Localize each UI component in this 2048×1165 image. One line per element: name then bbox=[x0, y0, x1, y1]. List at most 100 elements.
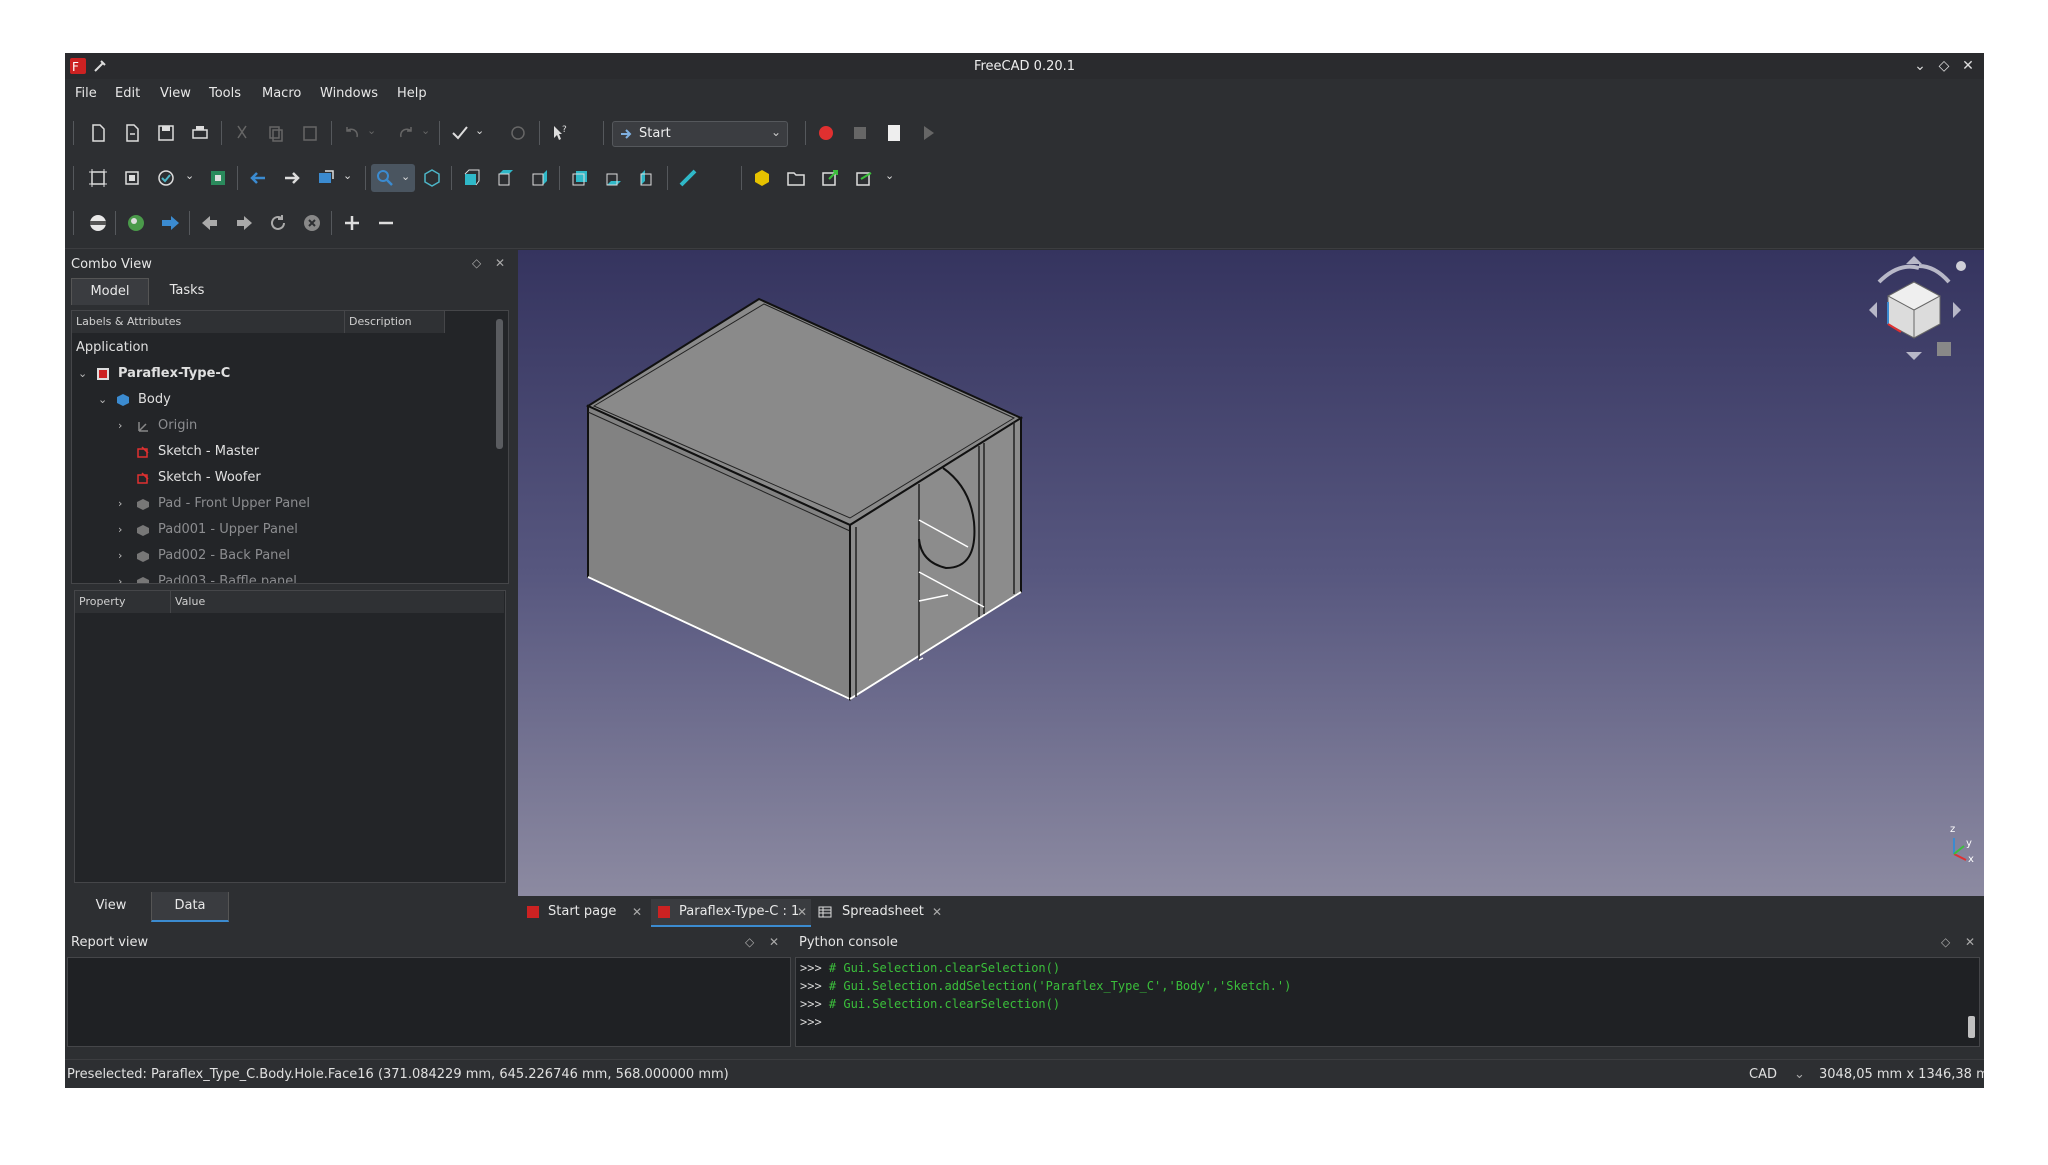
close-button[interactable]: ✕ bbox=[1958, 56, 1978, 76]
menu-help[interactable]: Help bbox=[397, 86, 427, 101]
menu-windows[interactable]: Windows bbox=[320, 86, 378, 101]
fit-selection-icon[interactable] bbox=[121, 167, 143, 189]
tab-data[interactable]: Data bbox=[151, 892, 229, 922]
menu-view[interactable]: View bbox=[160, 86, 191, 101]
float-icon[interactable]: ◇ bbox=[472, 256, 481, 270]
tab-view[interactable]: View bbox=[73, 892, 149, 920]
tree-item-sketch-master[interactable]: Sketch - Master bbox=[72, 439, 492, 465]
menu-edit[interactable]: Edit bbox=[115, 86, 140, 101]
copy-icon[interactable] bbox=[265, 122, 287, 144]
zoom-in-icon[interactable] bbox=[341, 212, 363, 234]
save-icon[interactable] bbox=[155, 122, 177, 144]
web-stop-icon[interactable] bbox=[301, 212, 323, 234]
group-icon[interactable] bbox=[785, 167, 807, 189]
web-refresh-icon[interactable] bbox=[267, 212, 289, 234]
close-icon[interactable]: ✕ bbox=[1965, 935, 1975, 949]
refresh-icon[interactable] bbox=[507, 122, 529, 144]
tree-item-pad[interactable]: › Pad - Front Upper Panel bbox=[72, 491, 492, 517]
draw-style-dropdown-icon[interactable]: ⌄ bbox=[185, 169, 194, 182]
undo-dropdown-icon[interactable]: ⌄ bbox=[367, 124, 376, 137]
view-top-icon[interactable] bbox=[495, 167, 517, 189]
part-icon[interactable] bbox=[751, 167, 773, 189]
tree-scrollbar[interactable] bbox=[496, 319, 503, 449]
close-tab-icon[interactable]: ✕ bbox=[932, 899, 942, 925]
3d-view[interactable]: z y x bbox=[518, 250, 1984, 896]
workbench-selector[interactable]: Start ⌄ bbox=[612, 121, 788, 147]
view-right-icon[interactable] bbox=[529, 167, 551, 189]
chevron-down-icon[interactable]: ⌄ bbox=[78, 361, 87, 387]
float-icon[interactable]: ◇ bbox=[745, 935, 754, 949]
whats-this-icon[interactable]: ? bbox=[549, 122, 571, 144]
chevron-right-icon[interactable]: › bbox=[118, 569, 122, 583]
report-view-output[interactable] bbox=[67, 957, 791, 1047]
tree-item-document[interactable]: ⌄ Paraflex-Type-C bbox=[72, 361, 492, 387]
console-scrollbar[interactable] bbox=[1968, 1016, 1975, 1038]
menu-macro[interactable]: Macro bbox=[262, 86, 301, 101]
float-icon[interactable]: ◇ bbox=[1941, 935, 1950, 949]
check-dropdown-icon[interactable]: ⌄ bbox=[475, 124, 484, 137]
measure-icon[interactable] bbox=[677, 167, 699, 189]
sync-view-icon[interactable] bbox=[315, 167, 337, 189]
chevron-right-icon[interactable]: › bbox=[118, 517, 122, 543]
web-go-icon[interactable] bbox=[159, 212, 181, 234]
refresh-check-icon[interactable] bbox=[449, 122, 471, 144]
value-header[interactable]: Value bbox=[171, 591, 504, 613]
chevron-right-icon[interactable]: › bbox=[118, 543, 122, 569]
bounding-box-icon[interactable] bbox=[207, 167, 229, 189]
undo-icon[interactable] bbox=[341, 122, 363, 144]
link-dropdown-icon[interactable]: ⌄ bbox=[885, 169, 894, 182]
property-header[interactable]: Property bbox=[75, 591, 171, 613]
tree-item-pad003[interactable]: › Pad003 - Baffle panel bbox=[72, 569, 492, 583]
back-arrow-icon[interactable] bbox=[247, 167, 269, 189]
tab-spreadsheet[interactable]: Spreadsheet ✕ bbox=[818, 899, 946, 925]
tree-header-description[interactable]: Description bbox=[345, 311, 445, 333]
web-back-icon[interactable] bbox=[199, 212, 221, 234]
redo-dropdown-icon[interactable]: ⌄ bbox=[421, 124, 430, 137]
cut-icon[interactable] bbox=[231, 122, 253, 144]
chevron-right-icon[interactable]: › bbox=[118, 413, 122, 439]
print-icon[interactable] bbox=[189, 122, 211, 144]
web-home-icon[interactable] bbox=[87, 212, 109, 234]
close-icon[interactable]: ✕ bbox=[769, 935, 779, 949]
fit-all-icon[interactable] bbox=[87, 167, 109, 189]
navigation-style[interactable]: CAD bbox=[1749, 1067, 1777, 1082]
chevron-down-icon[interactable]: ⌄ bbox=[98, 387, 107, 413]
tree-item-origin[interactable]: › Origin bbox=[72, 413, 492, 439]
navigation-cube[interactable] bbox=[1851, 252, 1981, 372]
minimize-button[interactable]: ⌄ bbox=[1910, 56, 1930, 76]
web-globe-icon[interactable] bbox=[125, 212, 147, 234]
tree-item-pad002[interactable]: › Pad002 - Back Panel bbox=[72, 543, 492, 569]
tab-start-page[interactable]: Start page ✕ bbox=[526, 899, 644, 925]
redo-icon[interactable] bbox=[395, 122, 417, 144]
view-front-icon[interactable] bbox=[461, 167, 483, 189]
link-actions-icon[interactable] bbox=[853, 167, 875, 189]
web-forward-icon[interactable] bbox=[233, 212, 255, 234]
new-file-icon[interactable] bbox=[87, 122, 109, 144]
close-tab-icon[interactable]: ✕ bbox=[797, 899, 807, 925]
tab-model[interactable]: Model bbox=[71, 278, 149, 305]
forward-arrow-icon[interactable] bbox=[281, 167, 303, 189]
macro-edit-icon[interactable] bbox=[883, 122, 905, 144]
macro-record-icon[interactable] bbox=[815, 122, 837, 144]
close-tab-icon[interactable]: ✕ bbox=[632, 899, 642, 925]
tab-tasks[interactable]: Tasks bbox=[149, 278, 225, 304]
chevron-down-icon[interactable]: ⌄ bbox=[1794, 1067, 1805, 1082]
view-isometric-icon[interactable] bbox=[421, 167, 443, 189]
tab-paraflex[interactable]: Paraflex-Type-C : 1 ✕ bbox=[651, 899, 811, 927]
view-left-icon[interactable] bbox=[637, 167, 659, 189]
tree-item-application[interactable]: Application bbox=[72, 335, 492, 361]
close-icon[interactable]: ✕ bbox=[495, 256, 505, 270]
link-icon[interactable] bbox=[819, 167, 841, 189]
maximize-button[interactable]: ◇ bbox=[1934, 56, 1954, 76]
menu-file[interactable]: File bbox=[75, 86, 97, 101]
paste-icon[interactable] bbox=[299, 122, 321, 144]
python-console-output[interactable]: >>> # Gui.Selection.clearSelection() >>>… bbox=[795, 957, 1980, 1047]
tree-header-labels[interactable]: Labels & Attributes bbox=[72, 311, 345, 333]
open-icon[interactable] bbox=[121, 122, 143, 144]
tree-item-sketch-woofer[interactable]: Sketch - Woofer bbox=[72, 465, 492, 491]
view-bottom-icon[interactable] bbox=[603, 167, 625, 189]
chevron-right-icon[interactable]: › bbox=[118, 491, 122, 517]
sync-dropdown-icon[interactable]: ⌄ bbox=[343, 169, 352, 182]
menu-tools[interactable]: Tools bbox=[209, 86, 241, 101]
macro-run-icon[interactable] bbox=[917, 122, 939, 144]
